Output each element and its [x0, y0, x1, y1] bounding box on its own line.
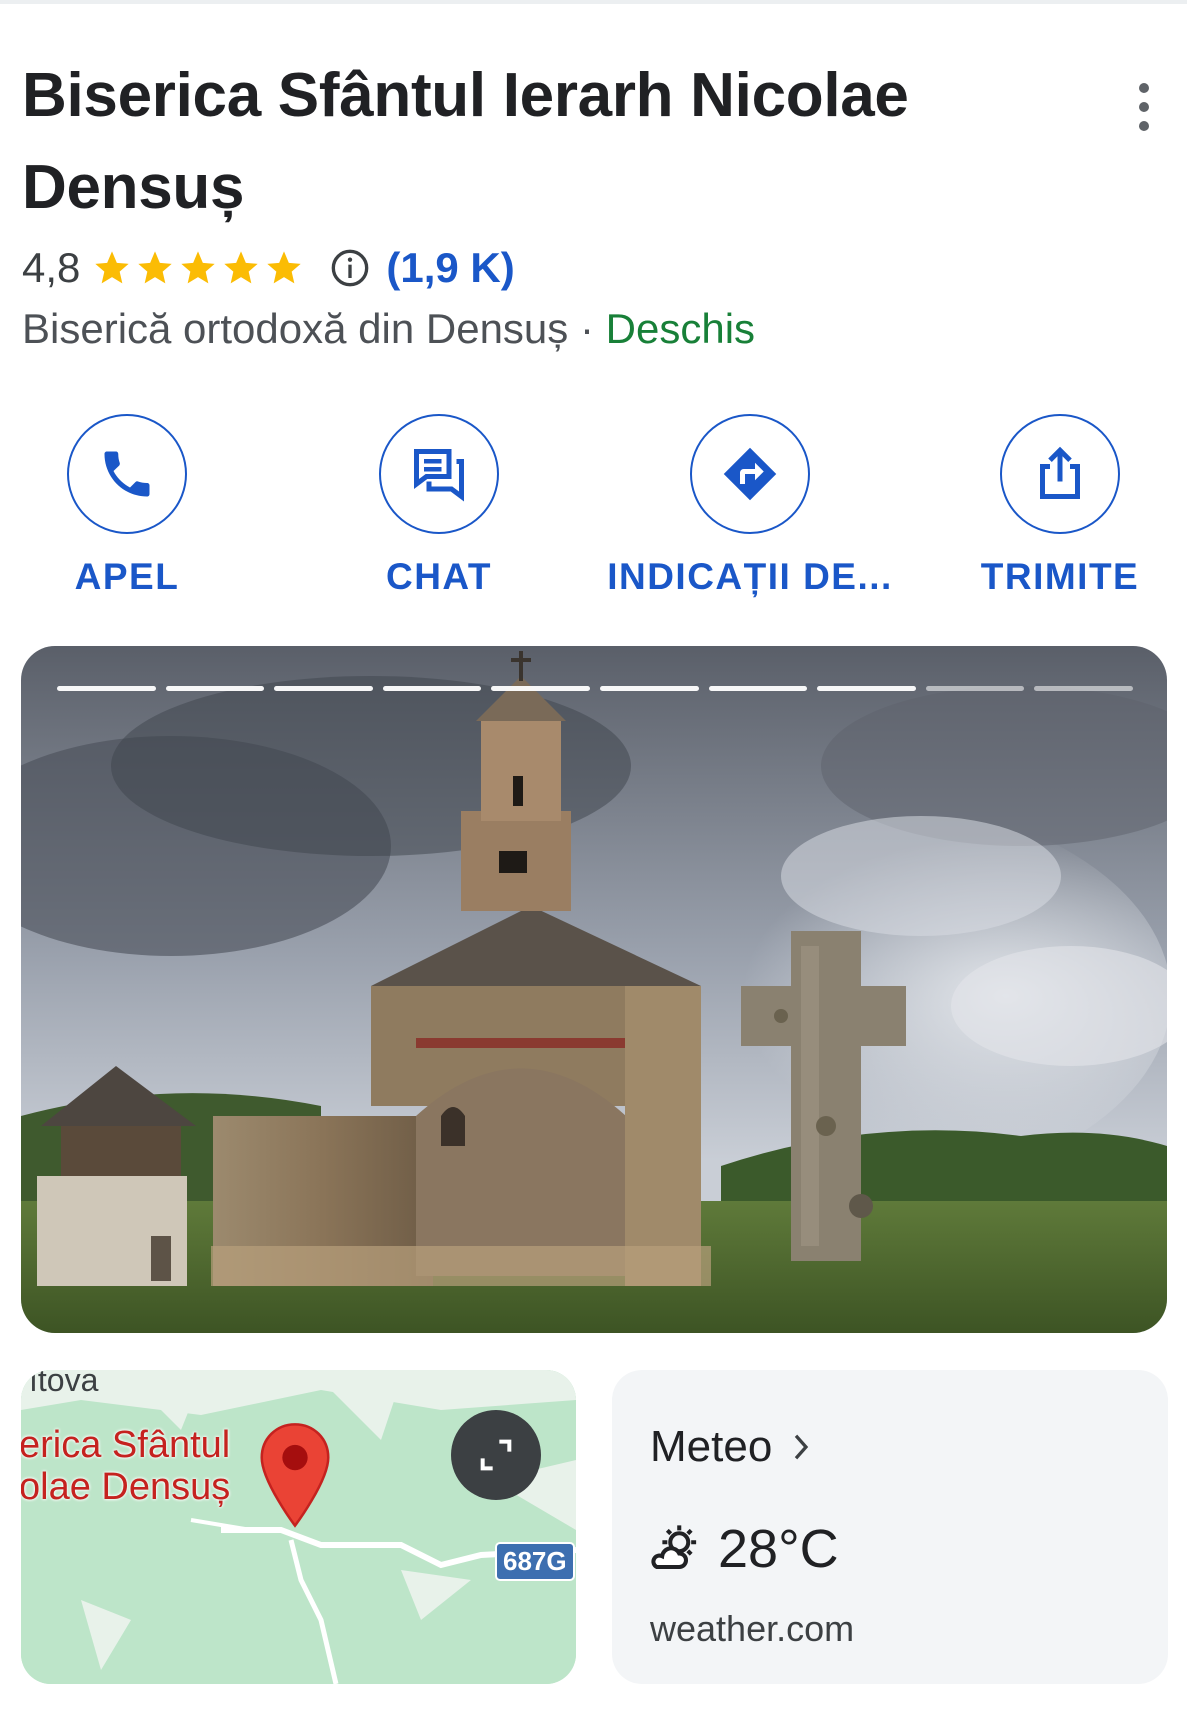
share-circle[interactable] [1000, 414, 1120, 534]
progress-segment [165, 686, 265, 691]
progress-segment [817, 686, 916, 691]
progress-segment [599, 686, 699, 691]
directions-icon [723, 447, 777, 501]
rating-row: 4,8 (1,9 K) [22, 240, 515, 296]
temperature-value: 28°C [718, 1519, 839, 1579]
chat-label: CHAT [385, 556, 492, 597]
star-icon [138, 251, 173, 284]
map-pin-icon [260, 1423, 330, 1528]
chat-button[interactable]: CHAT [319, 414, 559, 598]
call-circle[interactable] [67, 414, 187, 534]
map-preview[interactable]: ıtova erica Sfântul olae Densuș 687G [21, 1370, 576, 1684]
share-label: TRIMITE [980, 556, 1140, 597]
star-icon [267, 251, 302, 284]
place-title: Biserica Sfântul Ierarh Nicolae Densuș [22, 61, 909, 222]
road-number-badge: 687G [495, 1542, 575, 1581]
map-town-label: ıtova [29, 1370, 99, 1398]
church-photo [21, 646, 1167, 1333]
action-buttons: APEL CHAT INDICAȚII DE... TRIMITE [0, 414, 1187, 604]
open-status: Deschis [605, 305, 756, 352]
star-icon [95, 251, 130, 284]
expand-icon [480, 1439, 512, 1471]
progress-segment [491, 686, 590, 691]
place-photo[interactable] [21, 646, 1167, 1333]
directions-button[interactable]: INDICAȚII DE... [607, 414, 891, 598]
call-label: APEL [74, 556, 180, 597]
reviews-count-link[interactable]: (1,9 K) [386, 244, 514, 292]
map-place-label-line1: erica Sfântul [21, 1424, 231, 1466]
map-place-label-line2: olae Densuș [21, 1466, 231, 1508]
weather-temperature: 28°C [650, 1518, 839, 1580]
share-button[interactable]: TRIMITE [940, 414, 1180, 598]
progress-segment [57, 686, 156, 691]
progress-segment [1034, 686, 1133, 691]
star-rating [92, 248, 304, 288]
directions-label: INDICAȚII DE... [607, 556, 893, 597]
weather-title[interactable]: Meteo [650, 1422, 816, 1472]
chat-circle[interactable] [379, 414, 499, 534]
expand-map-button[interactable] [451, 1410, 541, 1500]
separator-dot: · [579, 305, 594, 352]
rating-value: 4,8 [22, 244, 81, 291]
weather-card[interactable]: Meteo 28°C weather.com [612, 1370, 1168, 1684]
place-category: Biserică ortodoxă din Densuș [22, 305, 569, 352]
chevron-right-icon [795, 1434, 809, 1460]
weather-title-text: Meteo [650, 1422, 773, 1471]
progress-segment [708, 686, 808, 691]
info-icon[interactable] [330, 248, 370, 288]
progress-segment [382, 686, 482, 691]
call-button[interactable]: APEL [7, 414, 247, 598]
partly-sunny-icon [651, 1525, 697, 1570]
progress-segment [274, 686, 373, 691]
share-icon [1040, 446, 1080, 499]
top-divider [0, 0, 1187, 4]
star-icon [224, 251, 259, 284]
weather-source: weather.com [650, 1608, 855, 1649]
photo-progress [57, 686, 1133, 691]
star-icon [181, 251, 216, 284]
chat-icon [414, 449, 464, 502]
progress-segment [925, 686, 1025, 691]
place-subtitle: Biserică ortodoxă din Densuș · Deschis [22, 305, 755, 353]
more-options-icon[interactable] [1124, 72, 1164, 142]
directions-circle[interactable] [690, 414, 810, 534]
phone-icon [104, 451, 150, 497]
